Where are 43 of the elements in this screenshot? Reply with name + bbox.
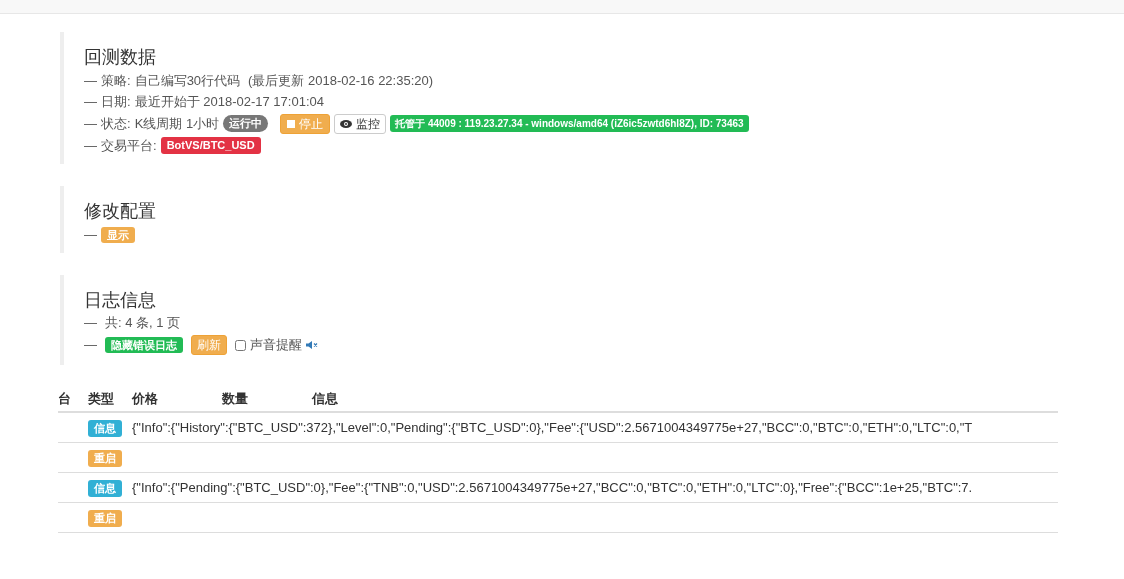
dash: — <box>84 314 97 333</box>
host-badge: 托管于 44009 : 119.23.27.34 - windows/amd64 (iZ6ic5zwtd6hl8Z), ID: 73463 <box>390 115 749 132</box>
dash: — <box>84 114 97 133</box>
speaker-muted-icon <box>306 341 318 349</box>
monitor-button[interactable]: 监控 <box>334 113 387 134</box>
stop-button[interactable]: 停止 <box>280 113 331 134</box>
column-header: 台 <box>58 390 72 409</box>
dash: — <box>84 71 97 90</box>
sound-alert-label: 声音提醒 <box>250 336 302 355</box>
log-message: {"Info":{"History":{"BTC_USD":372},"Level":0,"Pending":{"BTC_USD":0},"Fee":{"USD":2.5671004349775e+27,"BCC":0,"BTC":0,"ETH":0,"LTC":0,"T <box>132 418 973 437</box>
start-date: 最近开始于 2018-02-17 17:01:04 <box>134 92 324 111</box>
status-label: 状态: <box>101 114 131 133</box>
eye-icon <box>340 119 353 128</box>
column-header: 类型 <box>88 390 115 409</box>
date-label: 日期: <box>101 92 131 111</box>
section-title: 修改配置 <box>84 200 157 223</box>
column-header: 价格 <box>132 390 159 409</box>
log-message: {"Info":{"Pending":{"BTC_USD":0},"Fee":{"TNB":0,"USD":2.5671004349775e+27,"BCC":0,"BTC":0,"ETH":0,"LTC":0},"Free":{"BCC":1e+25,"BTC":7. <box>132 478 973 497</box>
exchange-badge: BotVS/BTC_USD <box>160 137 261 154</box>
stop-icon <box>287 119 296 128</box>
log-type-badge: 信息 <box>88 479 122 497</box>
log-summary: 共: 4 条, 1 页 <box>105 314 181 333</box>
log-type-badge: 信息 <box>88 419 122 437</box>
kline-period: K线周期 1小时 <box>134 114 220 133</box>
log-type-badge: 重启 <box>88 509 122 527</box>
sound-alert-checkbox[interactable] <box>235 339 246 351</box>
dash: — <box>84 92 97 111</box>
dash: — <box>84 336 97 355</box>
column-header: 数量 <box>222 390 249 409</box>
refresh-button[interactable]: 刷新 <box>191 335 227 355</box>
strategy-label: 策略: <box>101 71 131 90</box>
running-badge: 运行中 <box>223 115 269 132</box>
last-updated: (最后更新 2018-02-16 22:35:20) <box>248 71 434 90</box>
show-button[interactable]: 显示 <box>101 226 135 243</box>
section-title: 回测数据 <box>84 46 157 69</box>
log-type-badge: 重启 <box>88 449 122 467</box>
strategy-name: 自己编写30行代码 <box>134 71 241 90</box>
column-header: 信息 <box>312 390 338 409</box>
exchange-label: 交易平台: <box>101 136 157 155</box>
hide-errors-button[interactable]: 隐藏错误日志 <box>105 337 183 353</box>
dash: — <box>84 136 97 155</box>
dash: — <box>84 225 97 244</box>
section-title: 日志信息 <box>84 289 157 312</box>
